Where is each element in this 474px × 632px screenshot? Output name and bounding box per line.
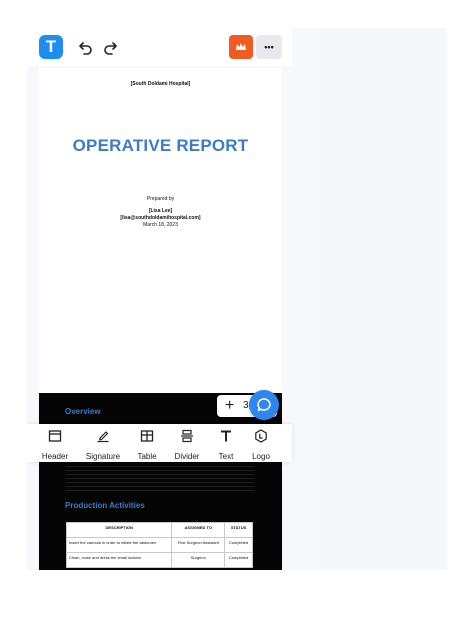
overview-heading: Overview — [65, 407, 101, 416]
crown-icon — [236, 43, 246, 50]
redo-icon[interactable] — [101, 38, 119, 56]
more-icon: ••• — [264, 42, 274, 52]
top-toolbar: T ••• — [27, 28, 292, 66]
table-cell: Surgeon — [171, 552, 226, 568]
insert-toolbar: Header Signature Table Divider Text Logo — [27, 424, 292, 462]
table-header: STATUS — [224, 522, 253, 538]
app-logo-button[interactable]: T — [39, 35, 63, 59]
prepared-by-label: Prepared by — [146, 196, 175, 202]
tool-label: Table — [137, 452, 157, 461]
tool-label: Logo — [252, 452, 270, 461]
table-header: DESCRIPTION — [65, 522, 173, 538]
divider-icon — [181, 429, 193, 443]
table-header: ASSIGNED TO — [171, 522, 226, 538]
author-email: [lisa@southdoldamihospital.com] — [120, 215, 201, 221]
tool-label: Header — [41, 452, 69, 461]
divider-tool-button[interactable]: Divider — [165, 429, 209, 464]
hospital-name: [South Doldami Hospital] — [130, 81, 191, 87]
editor-app: T ••• [South Doldami Hospital] OPERATIVE… — [27, 28, 447, 570]
header-icon — [48, 430, 62, 442]
signature-icon — [97, 431, 109, 443]
app-logo-letter: T — [45, 37, 57, 56]
table-row: Insert the cannula in order to inflate t… — [65, 537, 253, 553]
more-options-button[interactable]: ••• — [256, 35, 282, 59]
chat-button[interactable] — [249, 390, 279, 420]
logo-tool-button[interactable]: Logo — [239, 429, 283, 464]
table-icon — [140, 430, 154, 442]
table-cell: First Surgeon Assistant — [171, 537, 226, 553]
document-date: March 18, 2023 — [143, 222, 178, 228]
table-cell: Insert the cannula in order to inflate t… — [65, 537, 173, 553]
table-tool-button[interactable]: Table — [125, 429, 169, 464]
overview-text-blurred — [65, 463, 255, 491]
tool-label: Signature — [85, 452, 121, 461]
document-title: OPERATIVE REPORT — [72, 136, 249, 155]
side-panel — [319, 28, 447, 570]
premium-button[interactable] — [229, 35, 253, 59]
document-page[interactable]: [South Doldami Hospital] OPERATIVE REPOR… — [39, 68, 282, 570]
table-row: Clean, close and dress the small incisio… — [65, 552, 253, 568]
table-header-row: DESCRIPTION ASSIGNED TO STATUS — [65, 522, 253, 538]
production-heading: Production Activities — [65, 501, 145, 510]
table-cell: Clean, close and dress the small incisio… — [65, 552, 173, 568]
activities-table[interactable]: DESCRIPTION ASSIGNED TO STATUS Insert th… — [65, 522, 253, 568]
tool-label: Text — [218, 452, 234, 461]
insert-count: 3 — [243, 400, 249, 411]
chat-bubble-icon — [257, 398, 271, 412]
table-cell: Completed — [224, 537, 253, 553]
plus-icon[interactable]: + — [225, 397, 234, 415]
tool-label: Divider — [174, 452, 200, 461]
table-cell: Completed — [224, 552, 253, 568]
dark-section: Overview Production Activities DESCRIPTI… — [39, 393, 282, 570]
author-name: [Lisa Lee] — [148, 208, 173, 214]
signature-tool-button[interactable]: Signature — [81, 429, 125, 464]
header-tool-button[interactable]: Header — [33, 429, 77, 464]
logo-icon — [255, 429, 267, 443]
undo-icon[interactable] — [77, 38, 95, 56]
text-icon — [221, 430, 231, 442]
